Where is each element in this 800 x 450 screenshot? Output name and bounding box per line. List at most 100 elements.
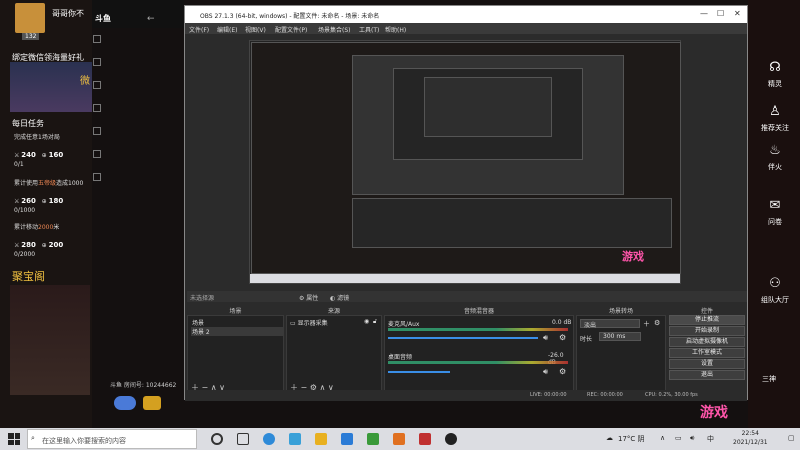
mail-icon: ✉	[769, 198, 781, 213]
right-item-survey[interactable]: ✉ 问卷	[753, 198, 797, 227]
maximize-icon[interactable]: ☐	[717, 9, 724, 18]
nav-icon[interactable]	[93, 81, 101, 89]
explorer-icon[interactable]	[315, 433, 327, 445]
virtual-camera-button[interactable]: 启动虚拟摄像机	[669, 337, 745, 347]
gear-icon[interactable]: ⚙	[559, 333, 566, 342]
speaker-icon[interactable]: 🔊︎	[543, 333, 548, 343]
sources-dock: ▭ 显示器采集 ◉ 🔓︎ ＋ − ⚙ ∧ ∨	[286, 315, 382, 392]
menu-help[interactable]: 帮助(H)	[385, 25, 406, 34]
app-icon[interactable]	[419, 433, 431, 445]
speaker-icon[interactable]: 🔊︎	[543, 367, 548, 377]
mixer-header: 音频混音器	[463, 308, 494, 315]
clock[interactable]: 22:54 2021/12/31	[733, 429, 768, 447]
eye-icon[interactable]: ◉	[364, 318, 369, 325]
scene-item[interactable]: 场景	[191, 318, 284, 327]
app-icon[interactable]	[393, 433, 405, 445]
menu-view[interactable]: 视图(V)	[245, 25, 266, 34]
minimize-icon[interactable]: —	[700, 9, 708, 18]
controls-header: 控件	[700, 308, 713, 315]
tray-chevron-icon[interactable]: ∧	[660, 434, 665, 442]
right-item-sprite[interactable]: ☊ 精灵	[753, 60, 797, 89]
exit-button[interactable]: 退出	[669, 370, 745, 380]
edge-icon[interactable]	[263, 433, 275, 445]
task-2-rewards: ⚔ 260 ⊕ 180	[14, 197, 64, 205]
scenes-header: 场景	[229, 308, 242, 315]
flame-icon: ♨	[769, 143, 781, 158]
obs-titlebar: OBS 27.1.3 (64-bit, windows) - 配置文件: 未命名…	[185, 6, 747, 23]
task-1-rewards: ⚔ 240 ⊕ 160	[14, 151, 64, 159]
nav-icon[interactable]	[93, 173, 101, 181]
menu-scene-collection[interactable]: 场景集合(S)	[318, 25, 351, 34]
duration-field[interactable]: 300 ms	[599, 332, 641, 341]
headset-icon: ☊	[769, 60, 781, 75]
trophy-icon[interactable]	[143, 396, 161, 410]
task-1-text: 完成任意1场对局	[14, 134, 60, 141]
menu-tools[interactable]: 工具(T)	[359, 25, 379, 34]
studio-mode-button[interactable]: 工作室模式	[669, 348, 745, 358]
obs-preview-canvas[interactable]: 游戏	[249, 40, 681, 284]
avatar[interactable]	[15, 3, 45, 33]
taskbar-search-input[interactable]: 在这里输入你要搜索的内容	[27, 429, 197, 449]
task-3-progress: 0/2000	[14, 251, 36, 258]
cortana-icon[interactable]	[211, 433, 223, 445]
right-item-fire[interactable]: ♨ 伴火	[753, 143, 797, 172]
daily-task-title: 每日任务	[12, 119, 44, 128]
mascot-icon[interactable]	[114, 396, 136, 410]
source-item[interactable]: ▭ 显示器采集 ◉ 🔓︎	[290, 318, 378, 327]
mixer-desktop-label: 桌面音频	[388, 354, 413, 361]
scene-item[interactable]: 场景 2	[191, 327, 284, 336]
gear-icon[interactable]: ⚙	[559, 367, 566, 376]
task-3-text: 累计移动2000米	[14, 224, 60, 231]
obs-menubar: 文件(F) 编辑(E) 视图(V) 配置文件(P) 场景集合(S) 工具(T) …	[185, 23, 747, 34]
promo-image[interactable]	[10, 62, 92, 112]
ime-indicator[interactable]: 中	[707, 434, 714, 444]
nav-icon[interactable]	[93, 127, 101, 135]
menu-profile[interactable]: 配置文件(P)	[275, 25, 307, 34]
menu-edit[interactable]: 编辑(E)	[217, 25, 237, 34]
right-item-recommend[interactable]: ♙ 推荐关注	[753, 104, 797, 133]
nav-icon[interactable]	[93, 35, 101, 43]
nav-icon[interactable]	[93, 58, 101, 66]
close-icon[interactable]: ✕	[734, 9, 741, 18]
obs-app-icon[interactable]	[445, 433, 457, 445]
nav-icon[interactable]	[93, 150, 101, 158]
volume-icon[interactable]: 🔊︎	[690, 434, 694, 443]
mixer-desktop-slider[interactable]	[388, 371, 450, 373]
filters-button[interactable]: ◐ 滤镜	[330, 293, 349, 302]
username: 哥哥你不	[52, 9, 84, 18]
preview-mirror-3	[393, 68, 583, 160]
transition-select[interactable]: 淡出	[580, 319, 640, 329]
right-item-team-hall[interactable]: ⚇ 组队大厅	[753, 276, 797, 305]
weather-text[interactable]: 17°C 阴	[618, 434, 645, 444]
tray-cloud-icon[interactable]: ☁	[606, 434, 613, 442]
app-icon[interactable]	[341, 433, 353, 445]
sources-header: 来源	[327, 308, 340, 315]
windows-start-icon[interactable]	[8, 433, 20, 445]
task-view-icon[interactable]	[237, 433, 249, 445]
app-icon[interactable]	[289, 433, 301, 445]
notification-icon[interactable]: ▢	[788, 434, 795, 442]
lock-icon[interactable]: 🔓︎	[373, 318, 377, 326]
network-icon[interactable]: ▭	[675, 434, 682, 442]
properties-button[interactable]: ⚙ 属性	[299, 293, 318, 302]
start-recording-button[interactable]: 开始录制	[669, 326, 745, 336]
cpu-status: CPU: 0.2%, 30.00 fps	[645, 392, 698, 398]
mixer-mic-slider[interactable]	[388, 337, 538, 339]
obs-window: OBS 27.1.3 (64-bit, windows) - 配置文件: 未命名…	[184, 5, 748, 401]
menu-file[interactable]: 文件(F)	[189, 25, 209, 34]
baoge-title[interactable]: 聚宝阁	[12, 268, 45, 284]
platform-logo[interactable]: 斗鱼	[95, 13, 111, 24]
avatar-level: 132	[22, 33, 40, 40]
preview-mirror-1: 游戏	[251, 42, 681, 274]
scenes-dock: 场景 场景 2 ＋ − ∧ ∨	[187, 315, 284, 392]
window-title: OBS 27.1.3 (64-bit, windows) - 配置文件: 未命名…	[200, 13, 380, 20]
baoge-image	[10, 285, 90, 395]
gear-icon[interactable]: ⚙	[654, 319, 660, 327]
group-icon: ⚇	[769, 276, 781, 291]
back-arrow-icon[interactable]: ←	[147, 14, 155, 24]
settings-button[interactable]: 设置	[669, 359, 745, 369]
app-icon[interactable]	[367, 433, 379, 445]
stop-streaming-button[interactable]: 停止推流	[669, 315, 745, 325]
nav-icon[interactable]	[93, 104, 101, 112]
add-transition-icon[interactable]: ＋	[643, 319, 650, 329]
